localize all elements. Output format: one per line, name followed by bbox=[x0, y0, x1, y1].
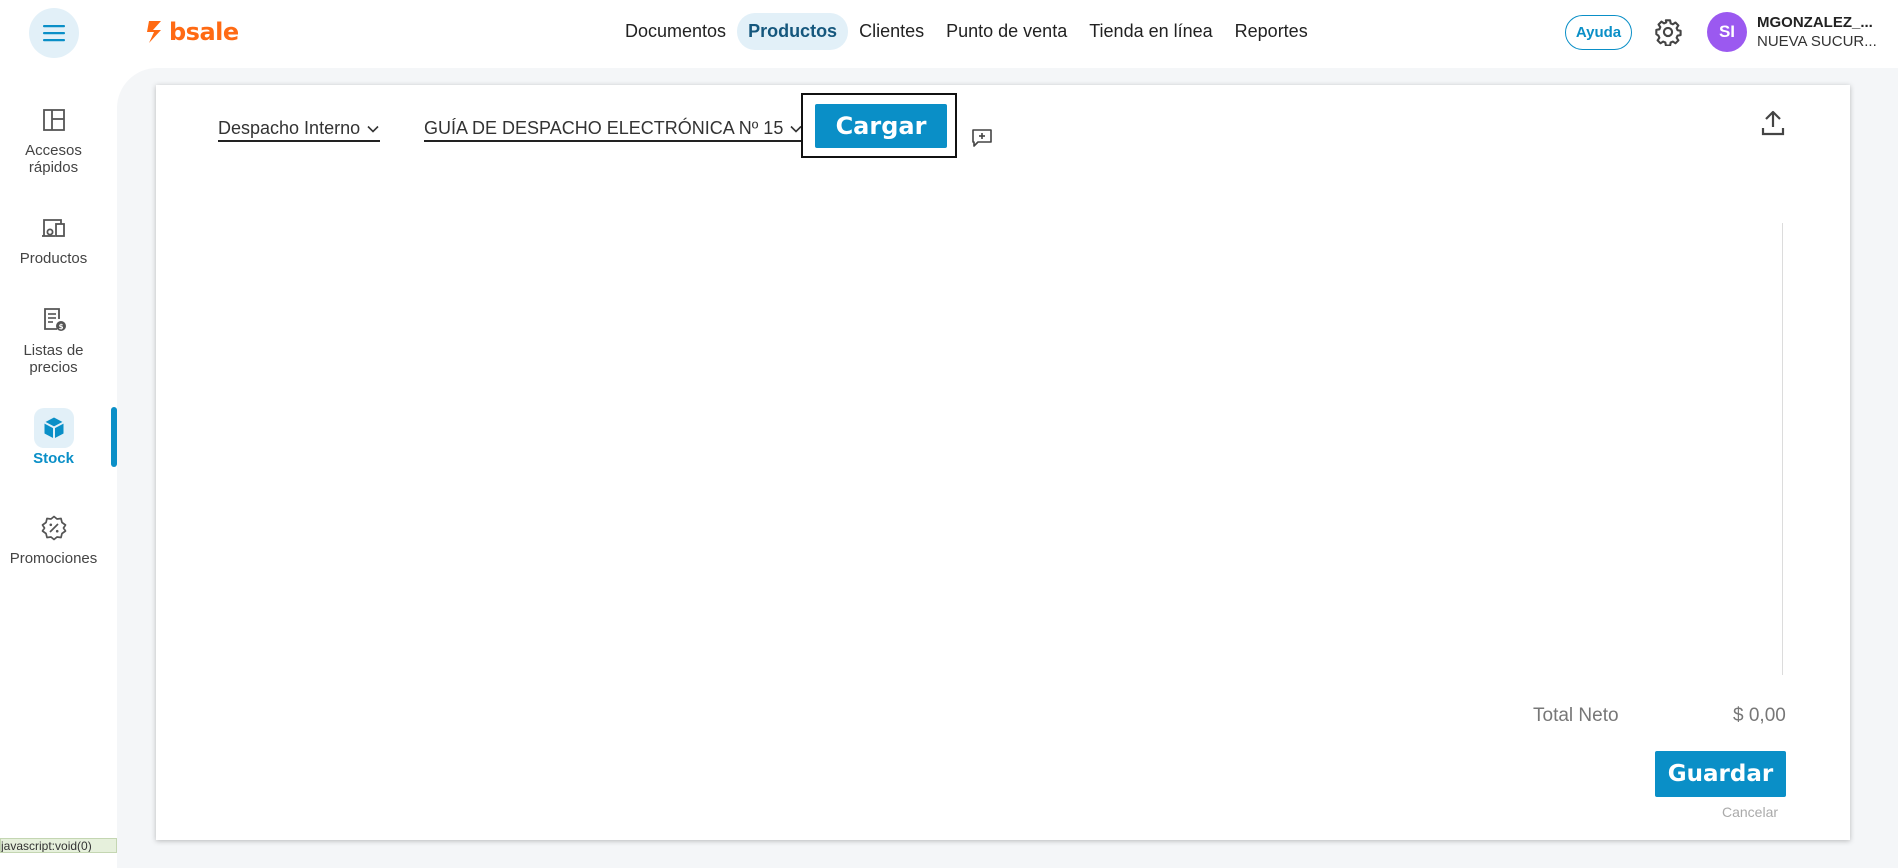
status-bar-url: javascript:void(0) bbox=[0, 838, 117, 853]
sidebar-item-label: Productos bbox=[19, 250, 88, 267]
document-type-value: Despacho Interno bbox=[218, 118, 361, 138]
document-name-value: GUÍA DE DESPACHO ELECTRÓNICA Nº 15 bbox=[424, 118, 784, 138]
user-branch: NUEVA SUCUR... bbox=[1757, 33, 1877, 50]
price-list-icon: $ bbox=[43, 308, 66, 331]
box-icon bbox=[43, 417, 64, 439]
nav-reportes[interactable]: Reportes bbox=[1224, 13, 1319, 50]
nav-productos[interactable]: Productos bbox=[737, 13, 849, 50]
top-header: bsale Documentos Productos Clientes Punt… bbox=[0, 0, 1898, 64]
total-neto-value: $ 0,00 bbox=[1733, 705, 1786, 726]
help-button[interactable]: Ayuda bbox=[1565, 15, 1632, 50]
sidebar-item-label: Listas de precios bbox=[23, 342, 84, 376]
sidebar-item-accesos-rapidos[interactable]: Accesos rápidos bbox=[0, 100, 107, 176]
avatar[interactable]: SI bbox=[1707, 12, 1747, 52]
sidebar: Accesos rápidos Productos $ Listas de pr… bbox=[0, 64, 117, 853]
sidebar-item-label: Promociones bbox=[9, 550, 98, 567]
user-name: MGONZALEZ_... bbox=[1757, 14, 1873, 31]
dashboard-icon bbox=[42, 109, 65, 131]
nav-clientes[interactable]: Clientes bbox=[848, 13, 935, 50]
bsale-logo[interactable]: bsale bbox=[145, 16, 239, 48]
sidebar-item-label: Accesos rápidos bbox=[25, 142, 82, 176]
sidebar-item-productos[interactable]: Productos bbox=[0, 208, 107, 267]
sidebar-item-stock[interactable]: Stock bbox=[0, 408, 107, 467]
total-neto-label: Total Neto bbox=[1533, 705, 1619, 726]
hamburger-icon bbox=[43, 25, 65, 42]
discount-icon bbox=[41, 515, 66, 541]
chevron-down-icon bbox=[367, 125, 379, 133]
menu-button[interactable] bbox=[29, 8, 79, 58]
main-nav: Documentos Productos Clientes Punto de v… bbox=[614, 13, 1319, 50]
nav-punto-de-venta[interactable]: Punto de venta bbox=[935, 13, 1078, 50]
sidebar-item-promociones[interactable]: Promociones bbox=[0, 508, 107, 567]
bsale-logo-icon bbox=[147, 21, 161, 43]
save-button[interactable]: Guardar bbox=[1655, 751, 1786, 797]
document-type-select[interactable]: Despacho Interno bbox=[218, 118, 381, 142]
add-comment-icon[interactable] bbox=[971, 128, 993, 148]
logo-text: bsale bbox=[169, 18, 239, 46]
sidebar-item-label: Stock bbox=[33, 450, 74, 467]
gear-icon[interactable] bbox=[1654, 18, 1682, 46]
cancel-link[interactable]: Cancelar bbox=[1722, 804, 1778, 820]
document-name-select[interactable]: GUÍA DE DESPACHO ELECTRÓNICA Nº 15 bbox=[424, 118, 804, 142]
vertical-divider bbox=[1782, 223, 1783, 675]
user-info[interactable]: MGONZALEZ_... NUEVA SUCUR... bbox=[1757, 14, 1892, 50]
load-button[interactable]: Cargar bbox=[815, 104, 947, 148]
products-icon bbox=[41, 219, 65, 237]
nav-documentos[interactable]: Documentos bbox=[614, 13, 737, 50]
svg-text:$: $ bbox=[58, 323, 63, 331]
sidebar-item-listas-de-precios[interactable]: $ Listas de precios bbox=[0, 300, 107, 376]
upload-icon[interactable] bbox=[1760, 109, 1786, 137]
nav-tienda-en-linea[interactable]: Tienda en línea bbox=[1078, 13, 1223, 50]
